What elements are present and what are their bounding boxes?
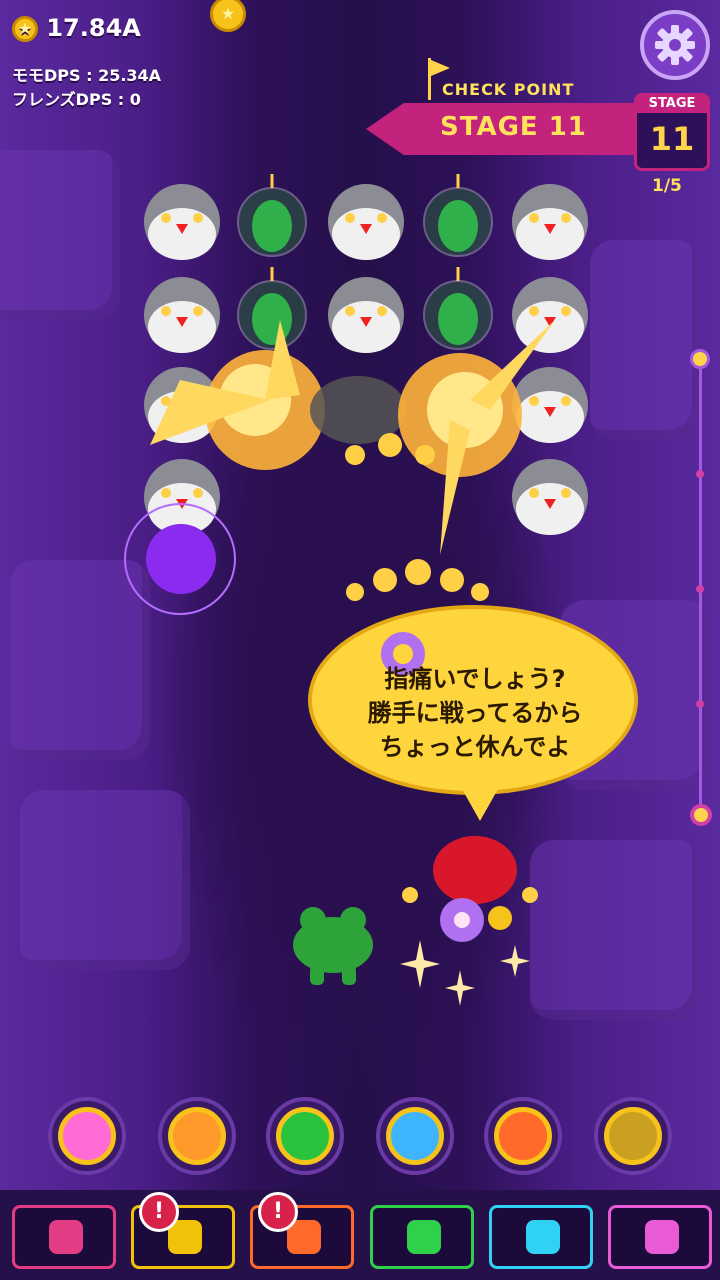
explosion-menu-button[interactable] <box>370 1205 474 1269</box>
gem-shop-icon <box>645 1220 679 1254</box>
monster-skill-button[interactable] <box>484 1097 562 1175</box>
alert-badge-icon: ! <box>258 1192 298 1232</box>
explosion-menu-icon <box>407 1220 441 1254</box>
target-skill-icon <box>276 1107 334 1165</box>
bullet-orange-skill-button[interactable] <box>158 1097 236 1175</box>
bullet-blue-skill-button[interactable] <box>376 1097 454 1175</box>
gem-shop-button[interactable] <box>608 1205 712 1269</box>
upgrade-menu-icon <box>49 1220 83 1254</box>
scroll-menu-icon <box>526 1220 560 1254</box>
monster-skill-icon <box>494 1107 552 1165</box>
player-momo-icon <box>433 836 517 942</box>
rainbow-skill-button[interactable] <box>48 1097 126 1175</box>
player-characters <box>293 836 517 985</box>
coin-skill-button[interactable] <box>594 1097 672 1175</box>
upgrade-menu-button[interactable] <box>12 1205 116 1269</box>
bullet-orange-skill-icon <box>168 1107 226 1165</box>
alert-badge-icon: ! <box>139 1192 179 1232</box>
target-skill-button[interactable] <box>266 1097 344 1175</box>
scroll-menu-button[interactable] <box>489 1205 593 1269</box>
bullet-blue-skill-icon <box>386 1107 444 1165</box>
friend-frog-icon <box>293 907 373 985</box>
rainbow-skill-icon <box>58 1107 116 1165</box>
coin-skill-icon <box>604 1107 662 1165</box>
